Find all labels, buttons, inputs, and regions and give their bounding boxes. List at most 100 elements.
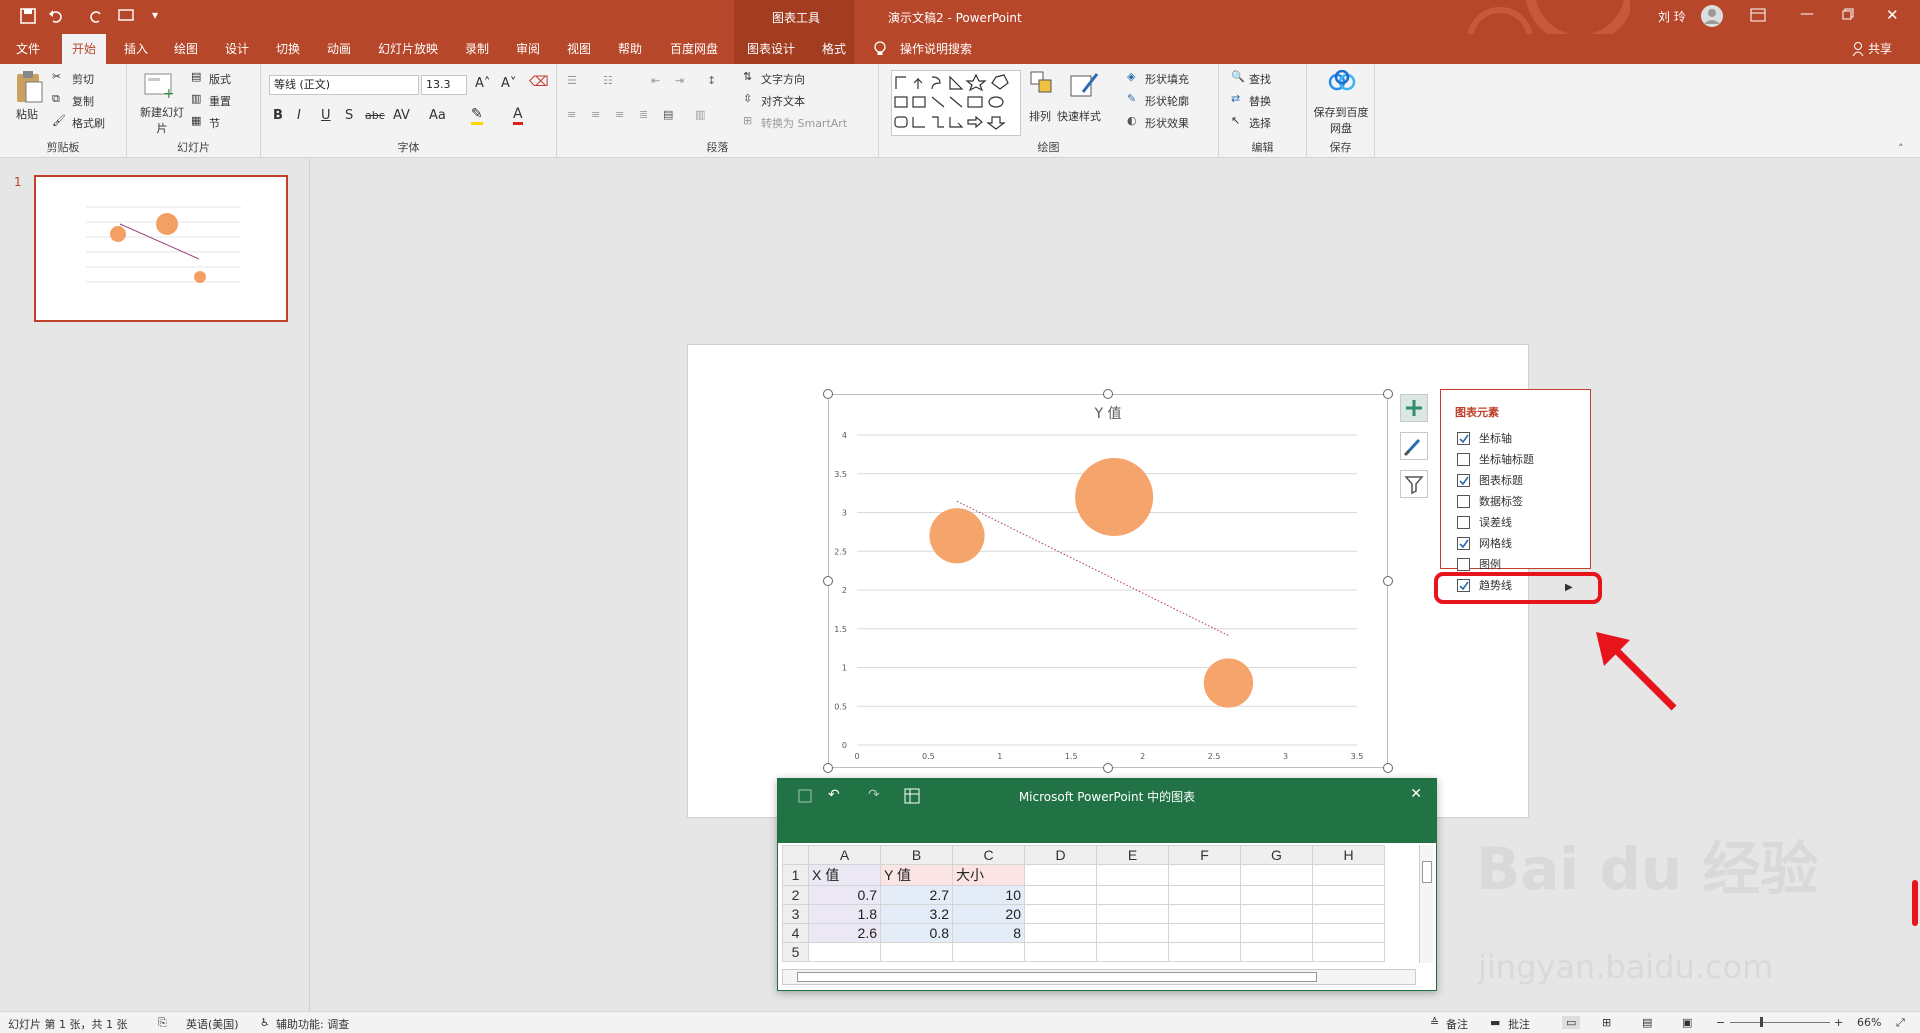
tab-file[interactable]: 文件 <box>16 34 40 64</box>
cell[interactable] <box>1024 904 1097 924</box>
resize-handle-s[interactable] <box>1103 763 1113 773</box>
notes-icon[interactable]: ≙ <box>1430 1016 1439 1029</box>
cell[interactable] <box>1240 904 1313 924</box>
chart-styles-button[interactable] <box>1400 432 1428 460</box>
cell[interactable] <box>1312 885 1385 905</box>
tab-animations[interactable]: 动画 <box>327 34 351 64</box>
cell[interactable]: Y 值 <box>880 864 953 886</box>
accessibility-icon[interactable]: ♿ <box>260 1016 270 1029</box>
cut-icon[interactable]: ✂ <box>52 70 61 83</box>
replace-button[interactable]: 替换 <box>1249 93 1271 109</box>
cell[interactable] <box>1024 942 1097 962</box>
new-slide-button[interactable]: 新建幻灯片 <box>137 104 187 136</box>
slide-sorter-icon[interactable]: ⊞ <box>1602 1016 1611 1029</box>
cell[interactable] <box>1240 923 1313 943</box>
tab-record[interactable]: 录制 <box>465 34 489 64</box>
cell[interactable]: 10 <box>952 885 1025 905</box>
zoom-in-icon[interactable]: + <box>1834 1016 1843 1029</box>
cell[interactable] <box>1096 942 1169 962</box>
arrange-button[interactable]: 排列 <box>1029 108 1051 124</box>
bold-icon[interactable]: B <box>273 108 283 123</box>
row-header[interactable]: 3 <box>782 904 809 924</box>
tell-me-search[interactable]: 操作说明搜索 <box>900 34 972 64</box>
collapse-ribbon-icon[interactable]: ˄ <box>1898 142 1904 155</box>
slideshow-icon[interactable]: ▣ <box>1682 1016 1692 1029</box>
excel-close-icon[interactable]: ✕ <box>1410 786 1422 802</box>
checkbox-6[interactable] <box>1457 558 1470 571</box>
user-name[interactable]: 刘 玲 <box>1658 8 1686 25</box>
cell[interactable]: 20 <box>952 904 1025 924</box>
column-header[interactable]: A <box>808 845 881 865</box>
zoom-slider[interactable] <box>1730 1022 1830 1023</box>
underline-icon[interactable]: U <box>321 108 331 123</box>
cell[interactable] <box>1096 904 1169 924</box>
font-color-icon[interactable]: A <box>513 106 523 125</box>
char-spacing-icon[interactable]: AV <box>393 108 410 123</box>
cell[interactable]: 8 <box>952 923 1025 943</box>
find-button[interactable]: 查找 <box>1249 71 1271 87</box>
minimize-icon[interactable]: — <box>1800 6 1814 22</box>
row-header[interactable]: 2 <box>782 885 809 905</box>
tab-slideshow[interactable]: 幻灯片放映 <box>378 34 438 64</box>
select-all-corner[interactable] <box>782 845 809 865</box>
language-status[interactable]: 英语(美国) <box>186 1016 239 1032</box>
row-header[interactable]: 4 <box>782 923 809 943</box>
slide-thumbnail[interactable] <box>34 175 288 322</box>
cell[interactable] <box>1312 942 1385 962</box>
select-button[interactable]: 选择 <box>1249 115 1271 131</box>
checkbox-5[interactable] <box>1457 537 1470 550</box>
column-header[interactable]: E <box>1096 845 1169 865</box>
tab-insert[interactable]: 插入 <box>124 34 148 64</box>
find-icon[interactable]: 🔍 <box>1231 70 1245 83</box>
chart-filters-button[interactable] <box>1400 470 1428 498</box>
cell[interactable] <box>1312 923 1385 943</box>
numbering-icon[interactable]: ☷ <box>603 74 613 87</box>
shadow-icon[interactable]: S <box>345 108 353 123</box>
column-header[interactable]: D <box>1024 845 1097 865</box>
layout-button[interactable]: 版式 <box>209 71 231 87</box>
chart-element-label[interactable]: 坐标轴 <box>1479 430 1512 446</box>
cell[interactable] <box>1024 885 1097 905</box>
zoom-out-icon[interactable]: − <box>1716 1016 1725 1029</box>
reading-view-icon[interactable]: ▤ <box>1642 1016 1652 1029</box>
shape-outline-button[interactable]: 形状轮廓 <box>1145 93 1189 109</box>
quick-styles-button[interactable]: 快速样式 <box>1057 108 1101 124</box>
resize-handle-w[interactable] <box>823 576 833 586</box>
cell[interactable] <box>1168 923 1241 943</box>
resize-handle-ne[interactable] <box>1383 389 1393 399</box>
cell[interactable]: 3.2 <box>880 904 953 924</box>
tab-baidu-netdisk[interactable]: 百度网盘 <box>670 34 718 64</box>
shape-effects-button[interactable]: 形状效果 <box>1145 115 1189 131</box>
cell[interactable]: 2.6 <box>808 923 881 943</box>
layout-icon[interactable]: ▤ <box>191 70 201 83</box>
clear-format-icon[interactable]: ⌫ <box>529 74 549 90</box>
normal-view-icon[interactable]: ▭ <box>1562 1016 1581 1029</box>
excel-data-window[interactable]: ↶ ↷ Microsoft PowerPoint 中的图表 ✕ ABCDEFGH… <box>777 778 1437 991</box>
cut-button[interactable]: 剪切 <box>72 71 94 87</box>
chart-elements-button[interactable] <box>1400 394 1428 422</box>
text-direction-button[interactable]: 文字方向 <box>761 71 805 87</box>
font-name-select[interactable]: 等线 (正文) <box>269 75 419 95</box>
start-from-beginning-icon[interactable] <box>118 8 136 27</box>
cell[interactable] <box>1024 864 1097 886</box>
new-slide-icon[interactable]: + <box>143 70 175 103</box>
close-icon[interactable]: ✕ <box>1886 6 1899 24</box>
cell[interactable]: 大小 <box>952 864 1025 886</box>
cell[interactable] <box>1168 864 1241 886</box>
paste-button[interactable]: 粘贴 <box>16 106 38 122</box>
bullets-icon[interactable]: ☰ <box>567 74 577 87</box>
chart-element-label[interactable]: 网格线 <box>1479 535 1512 551</box>
checkbox-0[interactable] <box>1457 432 1470 445</box>
cell[interactable] <box>808 942 881 962</box>
italic-icon[interactable]: I <box>297 108 301 123</box>
cell[interactable] <box>1096 923 1169 943</box>
align-right-icon[interactable]: ≡ <box>615 108 624 121</box>
row-header[interactable]: 5 <box>782 942 809 962</box>
format-painter-icon[interactable]: 🖌 <box>52 114 66 127</box>
horizontal-scrollbar[interactable] <box>782 969 1416 985</box>
checkbox-4[interactable] <box>1457 516 1470 529</box>
cell[interactable]: 2.7 <box>880 885 953 905</box>
cell[interactable] <box>1096 885 1169 905</box>
align-left-icon[interactable]: ≡ <box>567 108 576 121</box>
justify-icon[interactable]: ≣ <box>639 108 648 121</box>
